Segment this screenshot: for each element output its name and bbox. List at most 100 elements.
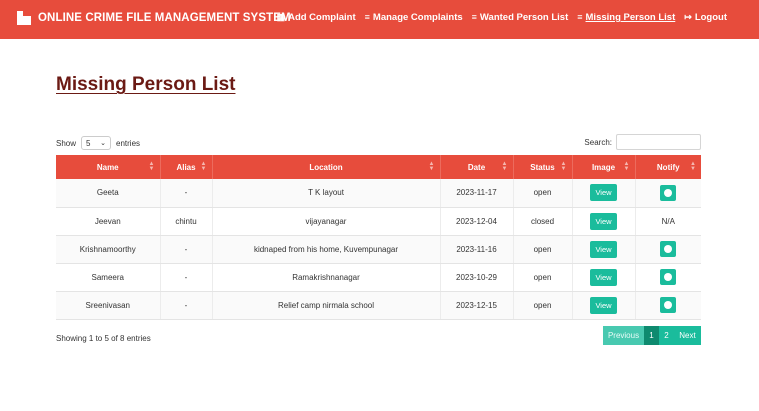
- list-icon: ≡: [364, 12, 370, 22]
- nav-wanted-person-list[interactable]: ≡ Wanted Person List: [472, 12, 569, 23]
- cell-location: T K layout: [212, 179, 441, 208]
- sort-icon: ▲ ▼: [148, 161, 155, 172]
- missing-person-table: Name ▲ ▼ Alias ▲ ▼ Location ▲ ▼ Date ▲ ▼ Status ▲…: [56, 155, 701, 320]
- table-row: Geeta - T K layout 2023-11-17 open View: [56, 179, 701, 208]
- view-image-button[interactable]: View: [590, 296, 617, 314]
- cell-notify: [635, 235, 701, 264]
- cell-name: Sreenivasan: [56, 291, 161, 320]
- notify-button[interactable]: [660, 269, 677, 285]
- search-label: Search:: [584, 137, 612, 147]
- cell-date: 2023-11-17: [440, 179, 514, 208]
- cell-location: kidnaped from his home, Kuvempunagar: [212, 235, 441, 264]
- cell-status: open: [513, 291, 573, 320]
- cell-name: Sameera: [56, 263, 161, 292]
- notify-button[interactable]: [660, 241, 677, 257]
- sort-icon: ▲ ▼: [623, 161, 630, 172]
- table-row: Jeevan chintu vijayanagar 2023-12-04 clo…: [56, 207, 701, 236]
- cell-location: Relief camp nirmala school: [212, 291, 441, 320]
- entries-select[interactable]: 5 ⌄: [81, 136, 112, 150]
- page-2-button[interactable]: 2: [659, 326, 674, 345]
- notify-icon: [664, 245, 673, 253]
- list-icon: ≡: [577, 12, 583, 22]
- page-1-button[interactable]: 1: [644, 326, 659, 345]
- cell-name: Krishnamoorthy: [56, 235, 161, 264]
- cell-alias: -: [160, 235, 213, 264]
- entries-value: 5: [86, 138, 91, 148]
- table-row: Krishnamoorthy - kidnaped from his home,…: [56, 235, 701, 264]
- cell-date: 2023-10-29: [440, 263, 514, 292]
- entries-label: entries: [116, 138, 141, 148]
- file-icon: ▦: [276, 12, 286, 22]
- sort-icon: ▲ ▼: [690, 161, 696, 172]
- chevron-down-icon: ⌄: [100, 140, 107, 147]
- sort-icon: ▲ ▼: [200, 161, 207, 172]
- column-header-name[interactable]: Name ▲ ▼: [56, 155, 161, 179]
- notify-button[interactable]: [660, 184, 677, 201]
- cell-image: View: [572, 291, 636, 320]
- cell-location: Ramakrishnanagar: [212, 263, 441, 292]
- entries-length-control: Show 5 ⌄ entries: [56, 136, 140, 150]
- cell-alias: -: [160, 291, 213, 320]
- building-logo-icon: [17, 11, 31, 25]
- table-row: Sameera - Ramakrishnanagar 2023-10-29 op…: [56, 263, 701, 292]
- column-header-alias[interactable]: Alias ▲ ▼: [160, 155, 213, 179]
- cell-alias: chintu: [160, 207, 213, 236]
- view-image-button[interactable]: View: [590, 240, 617, 258]
- column-header-date[interactable]: Date ▲ ▼: [440, 155, 514, 179]
- notify-icon: [664, 273, 673, 281]
- cell-image: View: [572, 179, 636, 208]
- previous-page-button[interactable]: Previous: [603, 326, 644, 345]
- cell-notify: [635, 291, 701, 320]
- nav-links: ▦ Add Complaint ≡ Manage Complaints ≡ Wa…: [268, 12, 727, 23]
- cell-status: open: [513, 179, 573, 208]
- cell-notify: [635, 263, 701, 292]
- cell-image: View: [572, 263, 636, 292]
- view-image-button[interactable]: View: [590, 212, 617, 230]
- cell-date: 2023-12-04: [440, 207, 514, 236]
- view-image-button[interactable]: View: [590, 184, 617, 202]
- list-icon: ≡: [471, 12, 477, 22]
- show-label: Show: [56, 138, 77, 148]
- cell-status: closed: [513, 207, 573, 236]
- app-title: ONLINE CRIME FILE MANAGEMENT SYSTEM: [38, 12, 291, 24]
- cell-notify: N/A: [635, 207, 701, 236]
- notify-icon: [664, 188, 673, 197]
- sort-icon: ▲ ▼: [560, 161, 567, 172]
- cell-name: Geeta: [56, 179, 161, 208]
- nav-logout[interactable]: ↦ Logout: [684, 12, 727, 23]
- top-navbar: ONLINE CRIME FILE MANAGEMENT SYSTEM ▦ Ad…: [0, 0, 759, 39]
- cell-alias: -: [160, 263, 213, 292]
- table-header-row: Name ▲ ▼ Alias ▲ ▼ Location ▲ ▼ Date ▲ ▼ Status ▲…: [56, 155, 701, 179]
- cell-location: vijayanagar: [212, 207, 441, 236]
- brand[interactable]: ONLINE CRIME FILE MANAGEMENT SYSTEM: [17, 11, 291, 25]
- column-header-notify[interactable]: Notify ▲ ▼: [635, 155, 701, 179]
- cell-date: 2023-11-16: [440, 235, 514, 264]
- view-image-button[interactable]: View: [590, 268, 617, 286]
- nav-manage-complaints[interactable]: ≡ Manage Complaints: [365, 12, 463, 23]
- search-input[interactable]: [616, 134, 701, 150]
- cell-status: open: [513, 263, 573, 292]
- page-title: Missing Person List: [56, 74, 236, 95]
- notify-button[interactable]: [660, 297, 677, 313]
- next-page-button[interactable]: Next: [674, 326, 701, 345]
- cell-notify: [635, 179, 701, 208]
- sort-icon: ▲ ▼: [428, 161, 435, 172]
- table-info: Showing 1 to 5 of 8 entries: [56, 334, 151, 343]
- logout-icon: ↦: [684, 12, 692, 22]
- nav-add-complaint[interactable]: ▦ Add Complaint: [277, 12, 356, 23]
- cell-status: open: [513, 235, 573, 264]
- pagination: Previous 1 2 Next: [603, 326, 701, 345]
- cell-image: View: [572, 235, 636, 264]
- cell-image: View: [572, 207, 636, 236]
- notify-icon: [664, 301, 673, 309]
- search-control: Search:: [584, 134, 701, 150]
- sort-icon: ▲ ▼: [501, 161, 508, 172]
- nav-missing-person-list[interactable]: ≡ Missing Person List: [577, 12, 675, 23]
- column-header-image[interactable]: Image ▲ ▼: [572, 155, 636, 179]
- column-header-location[interactable]: Location ▲ ▼: [212, 155, 441, 179]
- cell-name: Jeevan: [56, 207, 161, 236]
- cell-alias: -: [160, 179, 213, 208]
- column-header-status[interactable]: Status ▲ ▼: [513, 155, 573, 179]
- cell-date: 2023-12-15: [440, 291, 514, 320]
- table-row: Sreenivasan - Relief camp nirmala school…: [56, 291, 701, 320]
